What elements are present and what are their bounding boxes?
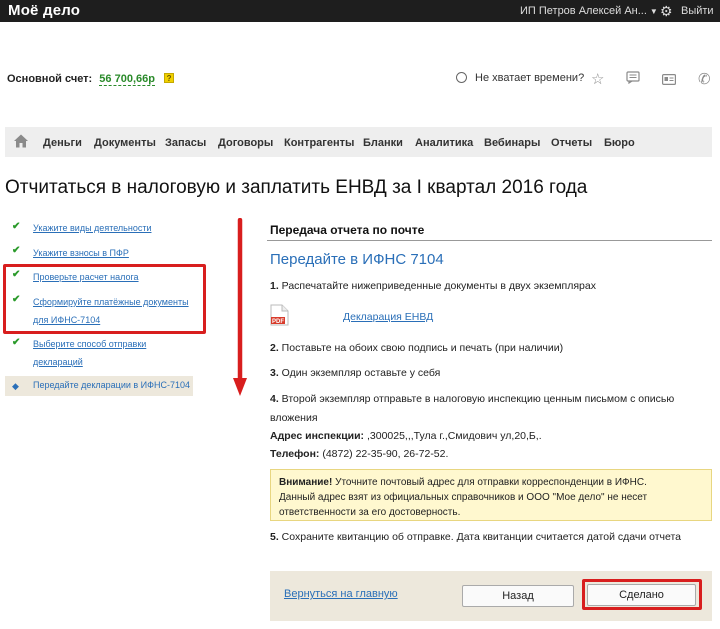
logout-link[interactable]: Выйти	[681, 5, 714, 17]
account-label: Основной счет:	[7, 73, 93, 85]
user-menu[interactable]: ИП Петров Алексей Ан... ▼	[520, 5, 658, 17]
user-name: ИП Петров Алексей Ан...	[520, 5, 647, 17]
step-link[interactable]: деклараций	[33, 353, 83, 371]
menu-item-reports[interactable]: Отчеты	[551, 137, 592, 149]
instruction-2: 2. Поставьте на обоих свою подпись и печ…	[270, 342, 564, 354]
step-link[interactable]: Выберите способ отправки	[33, 335, 146, 353]
account-balance: Основной счет: 56 700,66р ?	[7, 73, 175, 86]
footer-panel: Вернуться на главную Назад Сделано	[270, 571, 712, 621]
no-time-label: Не хватает времени?	[475, 72, 585, 84]
app-logo[interactable]: Моё дело	[8, 2, 80, 19]
back-button[interactable]: Назад	[462, 585, 574, 607]
instruction-4-cont: вложения	[270, 412, 318, 424]
clock-icon	[456, 72, 467, 83]
step-link[interactable]: Укажите виды деятельности	[33, 219, 151, 237]
page-title: Отчитаться в налоговую и заплатить ЕНВД …	[5, 177, 588, 198]
menu-item-money[interactable]: Деньги	[43, 137, 82, 149]
step-current[interactable]: ◆ Передайте декларации в ИФНС-7104	[5, 376, 193, 396]
top-bar: Моё дело ИП Петров Алексей Ан... ▼ ⚙ Выйт…	[0, 0, 720, 22]
phone-icon[interactable]: ✆	[698, 70, 711, 88]
instruction-3: 3. Один экземпляр оставьте у себя	[270, 367, 441, 379]
warning-notice: Внимание! Уточните почтовый адрес для от…	[270, 469, 712, 521]
highlight-box	[582, 579, 702, 610]
menu-item-bureau[interactable]: Бюро	[604, 137, 635, 149]
menu-item-webinars[interactable]: Вебинары	[484, 137, 540, 149]
account-value[interactable]: 56 700,66р	[99, 73, 155, 86]
help-icon[interactable]: ?	[164, 73, 175, 83]
menu-item-counterparties[interactable]: Контрагенты	[284, 137, 354, 149]
notice-bold: Внимание!	[279, 477, 333, 488]
card-icon[interactable]	[662, 72, 677, 89]
menu-item-contracts[interactable]: Договоры	[218, 137, 273, 149]
back-home-link[interactable]: Вернуться на главную	[284, 588, 398, 600]
home-icon[interactable]	[13, 133, 29, 149]
main-menu: Деньги Документы Запасы Договоры Контраг…	[5, 127, 712, 157]
gear-icon[interactable]: ⚙	[660, 3, 673, 20]
check-icon: ✔	[12, 245, 21, 256]
menu-item-documents[interactable]: Документы	[94, 137, 156, 149]
chevron-down-icon: ▼	[649, 7, 658, 16]
instruction-5: 5. Сохраните квитанцию об отправке. Дата…	[270, 531, 682, 543]
pdf-icon[interactable]: PDF	[270, 304, 289, 326]
instruction-4: 4. Второй экземпляр отправьте в налогову…	[270, 393, 675, 405]
star-icon[interactable]: ☆	[591, 70, 604, 88]
check-icon: ✔	[12, 337, 21, 348]
bullet-icon: ◆	[12, 381, 19, 391]
inspection-address: Адрес инспекции: ,300025,,,Тула г.,Смидо…	[270, 430, 542, 442]
step-link[interactable]: Укажите взносы в ПФР	[33, 244, 129, 262]
instruction-1: 1. Распечатайте нижеприведенные документ…	[270, 280, 596, 292]
divider	[267, 240, 712, 241]
arrow-down-icon	[233, 218, 247, 396]
menu-item-analytics[interactable]: Аналитика	[415, 137, 473, 149]
declaration-link[interactable]: Декларация ЕНВД	[343, 311, 433, 323]
inspection-phone: Телефон: (4872) 22-35-90, 26-72-52.	[270, 448, 449, 460]
menu-item-stock[interactable]: Запасы	[165, 137, 206, 149]
no-time-link[interactable]: Не хватает времени?	[456, 72, 584, 84]
chat-icon[interactable]	[626, 71, 640, 88]
step-link[interactable]: Передайте декларации в ИФНС-7104	[33, 380, 190, 390]
highlight-box	[3, 264, 206, 334]
pdf-label: PDF	[272, 319, 284, 325]
section-title: Передача отчета по почте	[270, 223, 425, 237]
menu-item-forms[interactable]: Бланки	[363, 137, 403, 149]
check-icon: ✔	[12, 221, 21, 232]
section-heading: Передайте в ИФНС 7104	[270, 251, 444, 268]
